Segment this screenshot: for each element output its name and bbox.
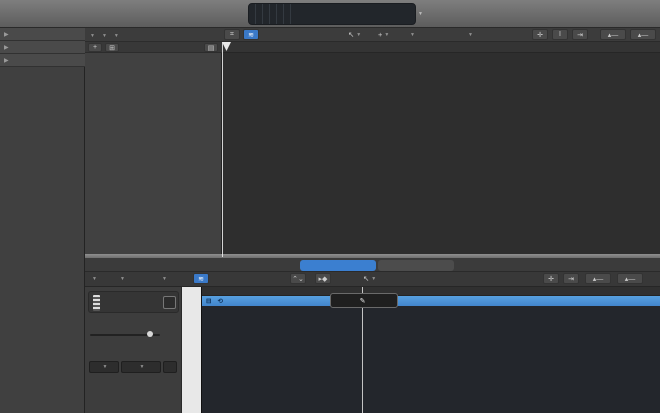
view-menu[interactable]: ▼	[114, 30, 119, 39]
playhead[interactable]	[222, 42, 223, 257]
region-collapse-icon[interactable]: ⊟	[206, 297, 211, 305]
region-grid-icon[interactable]	[163, 296, 176, 309]
bar-ruler[interactable]	[222, 42, 660, 53]
horizontal-zoom-slider[interactable]: ▴—	[630, 29, 656, 40]
disclosure-triangle-icon[interactable]: ▶	[4, 57, 9, 64]
control-bar: ▼	[0, 0, 660, 28]
editor-nudge-icon[interactable]: ✛	[543, 273, 559, 284]
flex-pitch-editor[interactable]	[202, 306, 660, 413]
disclosure-triangle-icon[interactable]: ▶	[4, 31, 9, 38]
editor-tab-row	[85, 258, 660, 272]
tab-file[interactable]	[378, 260, 454, 271]
track-button-row: + ⊞ ▤	[85, 42, 222, 53]
drag-menu[interactable]: ▼	[464, 29, 473, 40]
lcd-time-signature[interactable]	[291, 4, 297, 24]
nudge-icon[interactable]: ✛	[532, 29, 548, 40]
editor-toolbar: ▼ ▼ ▼ ≋ ⌃⌄ ▸◆ ↖ ▼ ✛ ⇥ ▴— ▴—	[85, 272, 660, 287]
scale-quantize-scale-select[interactable]: ▼	[121, 361, 161, 373]
piano-keyboard[interactable]	[182, 287, 202, 413]
selection-info-box	[88, 291, 179, 313]
editor-vertical-zoom-slider[interactable]: ▴—	[585, 273, 611, 284]
lcd-beat[interactable]	[256, 4, 263, 24]
editor-horizontal-zoom-slider[interactable]: ▴—	[617, 273, 643, 284]
disclosure-triangle-icon[interactable]: ▶	[4, 44, 9, 51]
track-header-config-icon[interactable]: ▤	[204, 43, 218, 52]
lcd-dropdown-arrow[interactable]: ▼	[418, 11, 423, 17]
scale-quantize-root-select[interactable]: ▼	[89, 361, 119, 373]
track-menu-bar: ▼ ▼ ▼	[85, 28, 222, 42]
inspector-panel: ▶ ▶ ▶	[0, 28, 85, 413]
region-inspector-row[interactable]: ▶	[0, 28, 85, 41]
tracks-toolbar: ⌗ ≋ ↖ ▼ + ▼ ▼ ▼ ✛ I ⇥ ▴— ▴—	[222, 28, 660, 42]
vertical-zoom-slider[interactable]: ▴—	[600, 29, 626, 40]
duplicate-track-button[interactable]: ⊞	[105, 43, 119, 52]
command-tool-menu[interactable]: + ▼	[378, 29, 389, 40]
add-track-button[interactable]: +	[88, 43, 102, 52]
quantize-button[interactable]	[163, 361, 177, 373]
snap-menu[interactable]: ▼	[406, 29, 415, 40]
editor-pointer-tool[interactable]: ↖ ▼	[363, 273, 376, 284]
lcd-division[interactable]	[263, 4, 270, 24]
lcd-bar[interactable]	[249, 4, 256, 24]
pitch-correction-knob[interactable]	[147, 331, 153, 337]
edit-menu[interactable]: ▼	[90, 30, 95, 39]
editor-ruler[interactable]	[202, 287, 660, 296]
catch-icon[interactable]: ⇥	[572, 29, 588, 40]
logic-pro-window: ▼ ▶ ▶ ▶ ▼ ▼ ▼ + ⊞ ▤ ⌗ ≋ ↖ ▼ + ▼ ▼ ▼ ✛ I …	[0, 0, 660, 413]
catch-playhead-icon[interactable]: ⌗	[224, 29, 240, 40]
piano-roll-icon	[93, 295, 100, 311]
tab-track[interactable]	[300, 260, 376, 271]
track-header-area: ▼ ▼ ▼ + ⊞ ▤	[85, 28, 222, 257]
marquee-icon[interactable]: I	[552, 29, 568, 40]
midi-capture-icon[interactable]: ≋	[243, 29, 259, 40]
show-flex-icon[interactable]: ≋	[193, 273, 209, 284]
editor-catch-playhead-icon[interactable]: ⇥	[563, 273, 579, 284]
lcd-tick[interactable]	[270, 4, 277, 24]
editor-region-header[interactable]: ⊟ ⟲	[202, 296, 660, 306]
flex-pitch-popup: ✎	[330, 293, 398, 308]
pointer-tool-menu[interactable]: ↖ ▼	[348, 29, 361, 40]
tracks-area: ⌗ ≋ ↖ ▼ + ▼ ▼ ▼ ✛ I ⇥ ▴— ▴—	[222, 28, 660, 257]
loop-badge-icon: ⟲	[217, 298, 223, 305]
lcd-display[interactable]	[248, 3, 416, 25]
editor-catch-icon[interactable]: ▸◆	[315, 273, 331, 284]
lcd-tempo[interactable]	[277, 4, 284, 24]
functions-menu[interactable]: ▼	[102, 30, 107, 39]
track-inspector-row[interactable]: ▶	[0, 54, 85, 67]
editor-edit-menu[interactable]: ▼	[90, 273, 97, 284]
lcd-key[interactable]	[284, 4, 291, 24]
pencil-icon: ✎	[359, 297, 366, 305]
editor-functions-menu[interactable]: ▼	[118, 273, 125, 284]
region-lanes	[222, 53, 660, 257]
editor-view-menu[interactable]: ▼	[160, 273, 167, 284]
groups-inspector-row[interactable]: ▶	[0, 41, 85, 54]
stepper-icon[interactable]: ⌃⌄	[290, 273, 306, 284]
editor-inspector: ▼ ▼	[85, 287, 182, 413]
